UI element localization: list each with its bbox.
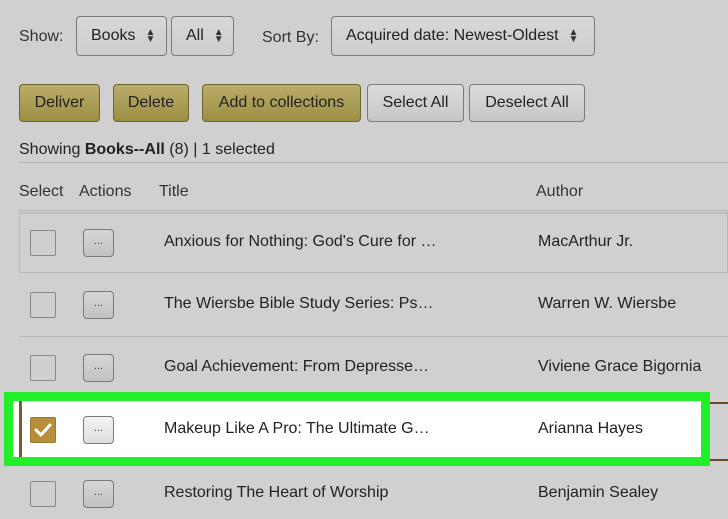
status-selected: | 1 selected	[193, 141, 275, 158]
select-arrows-icon: ▲ ▼	[213, 27, 224, 45]
sort-label: Sort By:	[262, 29, 319, 46]
row-checkbox[interactable]	[30, 230, 56, 256]
scope-select-value: All	[186, 27, 204, 44]
row-checkbox[interactable]	[30, 480, 56, 507]
delete-button[interactable]: Delete	[113, 84, 189, 122]
select-arrows-icon: ▲ ▼	[145, 27, 156, 45]
row-author: Viviene Grace Bigornia	[538, 357, 702, 375]
row-author: Warren W. Wiersbe	[538, 294, 677, 312]
row-checkbox-checked[interactable]	[30, 416, 56, 443]
row-checkbox[interactable]	[30, 291, 56, 318]
column-header-author[interactable]: Author	[536, 183, 583, 201]
row-author: Arianna Hayes	[538, 419, 643, 437]
select-arrows-icon: ▲ ▼	[568, 27, 579, 45]
column-header-select: Select	[19, 183, 64, 200]
status-count: (8)	[169, 141, 189, 158]
sort-select-value: Acquired date: Newest-Oldest	[346, 27, 559, 44]
selected-row-indicator	[19, 401, 22, 457]
checkmark-icon	[34, 423, 52, 436]
row-title[interactable]: Makeup Like A Pro: The Ultimate G…	[164, 420, 430, 438]
table-row[interactable]: ... Restoring The Heart of Worship Benja…	[19, 462, 728, 519]
type-select[interactable]: Books ▲ ▼	[76, 16, 167, 56]
table-row-selected[interactable]: ... Makeup Like A Pro: The Ultimate G… A…	[19, 398, 728, 461]
table-row[interactable]: ... Anxious for Nothing: God's Cure for …	[19, 212, 728, 273]
scope-select[interactable]: All ▲ ▼	[171, 16, 234, 56]
column-header-title[interactable]: Title	[159, 183, 189, 201]
add-to-collections-button[interactable]: Add to collections	[202, 84, 361, 122]
row-actions-button[interactable]: ...	[83, 415, 114, 444]
row-actions-button[interactable]: ...	[83, 353, 114, 382]
deselect-all-button[interactable]: Deselect All	[469, 84, 585, 122]
sort-select[interactable]: Acquired date: Newest-Oldest ▲ ▼	[331, 16, 595, 56]
status-prefix: Showing	[19, 141, 81, 158]
type-select-value: Books	[91, 27, 136, 44]
deliver-button[interactable]: Deliver	[19, 84, 100, 122]
select-all-button[interactable]: Select All	[367, 84, 464, 122]
row-actions-button[interactable]: ...	[83, 479, 114, 508]
header-divider	[19, 210, 728, 211]
row-title[interactable]: The Wiersbe Bible Study Series: Ps…	[164, 295, 433, 313]
row-actions-button[interactable]: ...	[83, 229, 114, 257]
row-title[interactable]: Restoring The Heart of Worship	[164, 484, 388, 502]
table-row[interactable]: ... The Wiersbe Bible Study Series: Ps… …	[19, 273, 728, 336]
divider	[19, 162, 728, 163]
content-library-page: Show: Books ▲ ▼ All ▲ ▼ Sort By: Acquired …	[0, 0, 728, 519]
row-title[interactable]: Anxious for Nothing: God's Cure for …	[164, 233, 437, 251]
row-checkbox[interactable]	[30, 354, 56, 381]
show-label: Show:	[19, 28, 64, 45]
row-actions-button[interactable]: ...	[83, 290, 114, 319]
status-category: Books--All	[84, 141, 165, 158]
row-author: Benjamin Sealey	[538, 483, 659, 501]
column-header-actions[interactable]: Actions	[79, 183, 131, 201]
table-row[interactable]: ... Goal Achievement: From Depresse… Viv…	[19, 336, 728, 399]
showing-status: Showing Books--All (8) | 1 selected	[19, 141, 275, 159]
row-title[interactable]: Goal Achievement: From Depresse…	[164, 358, 429, 376]
row-author: MacArthur Jr.	[538, 233, 634, 250]
